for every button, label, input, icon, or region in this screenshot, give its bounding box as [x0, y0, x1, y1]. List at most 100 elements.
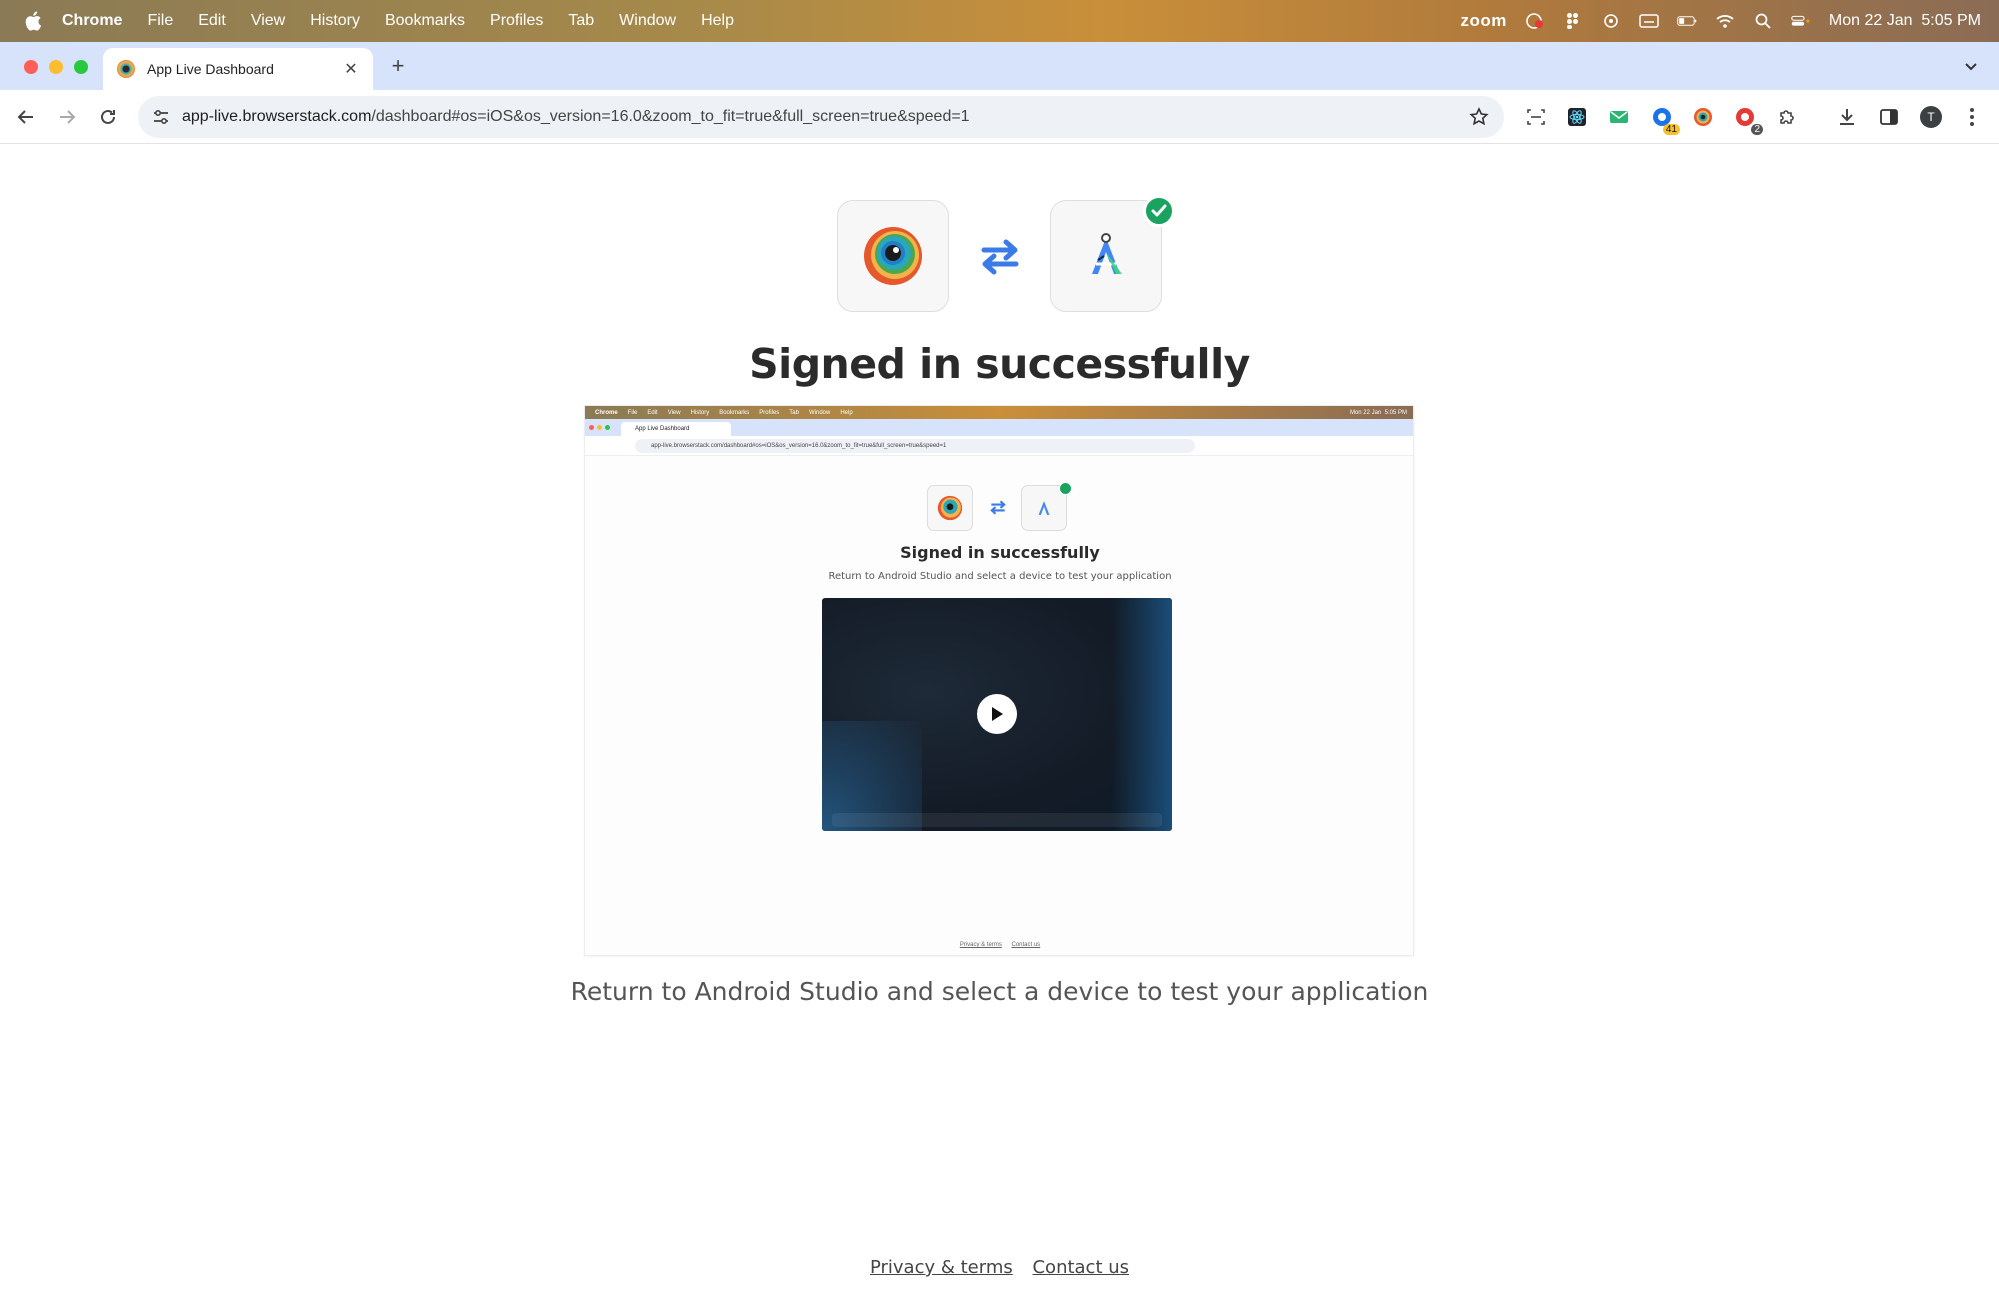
preview-check-icon [1059, 482, 1072, 495]
figma-icon[interactable] [1563, 13, 1583, 29]
forward-arrow-icon[interactable] [55, 105, 79, 129]
url-domain: app-live.browserstack.com [182, 108, 372, 125]
side-panel-icon[interactable] [1877, 105, 1901, 129]
privacy-terms-link[interactable]: Privacy & terms [870, 1257, 1013, 1278]
recorder-badge-count: 2 [1751, 124, 1763, 135]
contact-us-link[interactable]: Contact us [1032, 1257, 1129, 1278]
react-devtools-icon[interactable] [1565, 105, 1589, 129]
tab-search-chevron-icon[interactable] [1957, 52, 1985, 80]
zoom-status[interactable]: zoom [1461, 11, 1507, 31]
preview-menubar: Chrome File Edit View History Bookmarks … [585, 406, 1413, 419]
page-content: Signed in successfully Chrome File Edit … [0, 145, 1999, 1293]
browserstack-logo-card [837, 200, 949, 312]
chrome-menu-kebab-icon[interactable] [1960, 105, 1984, 129]
menu-history[interactable]: History [310, 12, 360, 30]
tab-app-live-dashboard[interactable]: App Live Dashboard ✕ [103, 48, 373, 90]
video-blur-right [1112, 598, 1172, 831]
address-bar[interactable]: app-live.browserstack.com/dashboard#os=i… [138, 96, 1504, 138]
back-arrow-icon[interactable] [14, 105, 38, 129]
extensions-puzzle-icon[interactable] [1775, 105, 1799, 129]
tab-title: App Live Dashboard [147, 61, 274, 77]
preview-android-studio-card [1021, 482, 1072, 531]
android-studio-logo-icon [1092, 233, 1122, 274]
menu-bookmarks[interactable]: Bookmarks [385, 12, 465, 30]
preview-datetime: Mon 22 Jan 5:05 PM [1349, 409, 1407, 416]
site-settings-icon[interactable] [150, 106, 172, 128]
close-tab-icon[interactable]: ✕ [341, 59, 361, 79]
browser-toolbar: app-live.browserstack.com/dashboard#os=i… [0, 90, 1999, 144]
menu-view[interactable]: View [251, 12, 285, 30]
preview-menu-window: Window [808, 409, 831, 416]
url-path: /dashboard#os=iOS&os_version=16.0&zoom_t… [371, 108, 970, 125]
browserstack-extension-icon[interactable] [1691, 105, 1715, 129]
battery-icon[interactable] [1677, 13, 1697, 29]
preview-menu-view: View [667, 409, 681, 416]
spotlight-search-icon[interactable] [1753, 13, 1773, 29]
menubar-datetime[interactable]: Mon 22 Jan 5:05 PM [1829, 12, 1981, 30]
preview-menu-help: Help [840, 409, 853, 416]
preview-toolbar: app-live.browserstack.com/dashboard#os=i… [585, 436, 1413, 456]
preview-menu-file: File [627, 409, 638, 416]
preview-menu-profiles: Profiles [759, 409, 780, 416]
preview-tab: App Live Dashboard [621, 422, 731, 436]
preview-contact-link: Contact us [1011, 942, 1041, 948]
preview-menu-app: Chrome [595, 409, 618, 416]
swap-arrows-icon [981, 239, 1019, 275]
menu-edit[interactable]: Edit [198, 12, 226, 30]
preview-menu-tab: Tab [789, 409, 799, 416]
success-check-icon [1143, 195, 1175, 227]
focus-icon[interactable] [1601, 13, 1621, 29]
profile-initial: T [1927, 110, 1935, 124]
preview-close-dot [589, 425, 594, 430]
close-window-button[interactable] [24, 60, 38, 74]
new-tab-button[interactable]: + [386, 53, 410, 78]
wifi-icon[interactable] [1715, 13, 1735, 29]
browserstack-favicon-icon [117, 60, 135, 78]
page-footer: Privacy & terms Contact us [0, 1257, 1999, 1278]
screen-record-icon[interactable] [1525, 13, 1545, 29]
menu-window[interactable]: Window [619, 12, 676, 30]
menu-help[interactable]: Help [701, 12, 734, 30]
play-button[interactable] [977, 694, 1017, 734]
recorder-extension-icon[interactable]: 2 [1733, 105, 1763, 135]
page-subtitle: Return to Android Studio and select a de… [570, 977, 1429, 1006]
preview-min-dot [597, 425, 602, 430]
control-center-icon[interactable] [1791, 13, 1811, 29]
menu-profiles[interactable]: Profiles [490, 12, 543, 30]
preview-screenshot: Chrome File Edit View History Bookmarks … [584, 405, 1414, 956]
preview-subtitle: Return to Android Studio and select a de… [828, 571, 1172, 582]
preview-url-path: /dashboard#os=iOS&os_version=16.0&zoom_t… [722, 443, 947, 449]
profile-avatar[interactable]: T [1919, 105, 1943, 129]
menu-tab[interactable]: Tab [568, 12, 594, 30]
status-area: zoom Mon 22 Jan 5:05 PM [1461, 0, 1981, 42]
play-icon [992, 707, 1003, 721]
menu-app-chrome[interactable]: Chrome [62, 12, 122, 30]
preview-url-domain: app-live.browserstack.com [651, 443, 723, 449]
preview-zoom-dot [605, 425, 610, 430]
video-dock-blur [832, 813, 1162, 827]
url-text[interactable]: app-live.browserstack.com/dashboard#os=i… [182, 108, 970, 126]
preview-privacy-link: Privacy & terms [959, 942, 1002, 948]
keyboard-icon[interactable] [1639, 13, 1659, 29]
window-controls [24, 60, 88, 74]
macos-menubar: Chrome File Edit View History Bookmarks … [0, 0, 1999, 42]
preview-address-bar: app-live.browserstack.com/dashboard#os=i… [635, 439, 1195, 453]
preview-swap-icon [990, 500, 1006, 515]
download-icon[interactable] [1835, 105, 1859, 129]
reload-icon[interactable] [96, 105, 120, 129]
zoom-window-button[interactable] [74, 60, 88, 74]
apple-logo-icon[interactable] [22, 10, 44, 32]
screenshot-extension-icon[interactable] [1524, 105, 1548, 129]
minimize-window-button[interactable] [49, 60, 63, 74]
preview-browserstack-card [927, 485, 973, 531]
preview-menu-bookmarks: Bookmarks [719, 409, 750, 416]
menu-file[interactable]: File [147, 12, 173, 30]
bookmark-star-icon[interactable] [1468, 106, 1490, 128]
preview-tabstrip: App Live Dashboard [585, 419, 1413, 436]
preview-menu-history: History [690, 409, 710, 416]
mail-extension-icon[interactable] [1607, 105, 1631, 129]
extension-badge-icon[interactable]: 41 [1650, 105, 1680, 135]
preview-video[interactable] [822, 598, 1172, 831]
page-title: Signed in successfully [749, 340, 1250, 388]
extension-badge-count: 41 [1662, 124, 1680, 135]
